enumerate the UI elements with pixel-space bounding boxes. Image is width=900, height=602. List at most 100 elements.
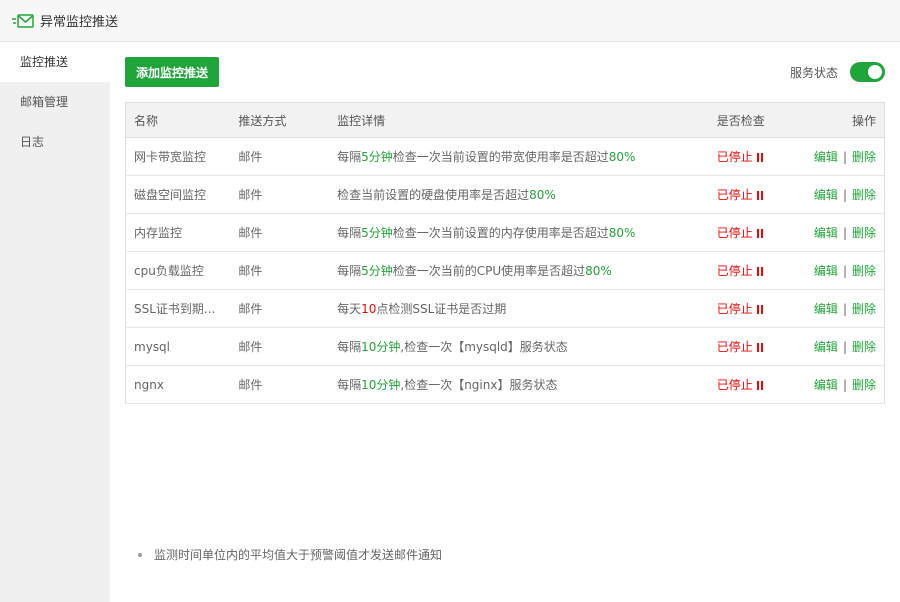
toggle-knob <box>868 65 882 79</box>
detail-segment: 每天 <box>337 302 362 316</box>
sidebar-item-monitor-push[interactable]: 监控推送 <box>0 42 110 82</box>
status-stopped-toggle[interactable]: 已停止 <box>717 340 753 354</box>
cell-check: 已停止 <box>708 251 789 290</box>
detail-segment: 5分钟 <box>361 264 393 278</box>
table-row: 磁盘空间监控 邮件 检查当前设置的硬盘使用率是否超过80% 已停止 编辑 | 删除 <box>125 175 885 214</box>
cell-name: 内存监控 <box>125 213 231 252</box>
cell-name: mysql <box>125 327 231 366</box>
status-stopped-toggle[interactable]: 已停止 <box>717 188 753 202</box>
detail-segment: 80% <box>529 188 556 202</box>
service-status-toggle[interactable] <box>850 62 885 82</box>
cell-name: ngnx <box>125 365 231 404</box>
detail-segment: 10分钟 <box>361 340 401 354</box>
cell-detail: 每隔5分钟检查一次当前设置的带宽使用率是否超过80% <box>329 137 709 176</box>
cell-actions: 编辑 | 删除 <box>788 365 885 404</box>
cell-detail: 每隔5分钟检查一次当前设置的内存使用率是否超过80% <box>329 213 709 252</box>
edit-link[interactable]: 编辑 <box>814 264 838 278</box>
delete-link[interactable]: 删除 <box>852 302 876 316</box>
cell-name: cpu负载监控 <box>125 251 231 290</box>
cell-method: 邮件 <box>230 289 330 328</box>
status-stopped-toggle[interactable]: 已停止 <box>717 378 753 392</box>
title-bar: 异常监控推送 <box>0 0 900 42</box>
status-stopped-toggle[interactable]: 已停止 <box>717 226 753 240</box>
table-row: mysql 邮件 每隔10分钟,检查一次【mysqld】服务状态 已停止 编辑 | 删除 <box>125 327 885 366</box>
edit-link[interactable]: 编辑 <box>814 340 838 354</box>
detail-segment: 10分钟 <box>361 378 401 392</box>
status-stopped-toggle[interactable]: 已停止 <box>717 264 753 278</box>
cell-method: 邮件 <box>230 137 330 176</box>
main-panel: 添加监控推送 服务状态 名称 推送方式 监控详情 是否检查 操作 网卡带宽监控邮… <box>110 42 900 602</box>
footer-note: 监测时间单位内的平均值大于预警阈值才发送邮件通知 <box>138 546 442 563</box>
column-header-name: 名称 <box>125 102 231 138</box>
pause-icon[interactable] <box>756 265 765 279</box>
delete-link[interactable]: 删除 <box>852 378 876 392</box>
edit-link[interactable]: 编辑 <box>814 188 838 202</box>
pause-icon[interactable] <box>756 227 765 241</box>
detail-segment: 80% <box>608 226 636 240</box>
detail-segment: 每隔 <box>337 264 362 278</box>
pause-icon[interactable] <box>756 151 765 165</box>
cell-check: 已停止 <box>708 137 789 176</box>
sidebar-item-log[interactable]: 日志 <box>0 122 110 162</box>
table-row: cpu负载监控 邮件 每隔5分钟检查一次当前的CPU使用率是否超过80% 已停止 编辑 |… <box>125 251 885 290</box>
detail-segment: 10 <box>361 302 377 316</box>
status-stopped-toggle[interactable]: 已停止 <box>717 302 753 316</box>
detail-segment: 检查一次当前的CPU使用率是否超过 <box>392 264 586 278</box>
cell-check: 已停止 <box>708 365 789 404</box>
cell-method: 邮件 <box>230 327 330 366</box>
cell-method: 邮件 <box>230 251 330 290</box>
table-header-row: 名称 推送方式 监控详情 是否检查 操作 <box>125 102 885 138</box>
delete-link[interactable]: 删除 <box>852 340 876 354</box>
delete-link[interactable]: 删除 <box>852 150 876 164</box>
footer-note-text: 监测时间单位内的平均值大于预警阈值才发送邮件通知 <box>154 548 443 562</box>
pause-icon[interactable] <box>756 189 765 203</box>
cell-actions: 编辑 | 删除 <box>788 289 885 328</box>
action-separator: | <box>842 226 847 240</box>
edit-link[interactable]: 编辑 <box>814 226 838 240</box>
cell-actions: 编辑 | 删除 <box>788 137 885 176</box>
status-stopped-toggle[interactable]: 已停止 <box>717 150 753 164</box>
cell-method: 邮件 <box>230 365 330 404</box>
detail-segment: 5分钟 <box>361 150 393 164</box>
cell-check: 已停止 <box>708 213 789 252</box>
service-status: 服务状态 <box>790 62 885 82</box>
table-body: 网卡带宽监控 邮件 每隔5分钟检查一次当前设置的带宽使用率是否超过80% 已停止 编辑 |… <box>125 137 885 404</box>
service-status-label: 服务状态 <box>789 65 838 80</box>
pause-icon[interactable] <box>756 303 765 317</box>
edit-link[interactable]: 编辑 <box>814 150 838 164</box>
detail-segment: 检查一次当前设置的内存使用率是否超过 <box>392 226 609 240</box>
detail-segment: ,检查一次【mysqld】服务状态 <box>400 340 568 354</box>
detail-segment: 检查当前设置的硬盘使用率是否超过 <box>337 188 530 202</box>
column-header-actions: 操作 <box>788 102 885 138</box>
cell-method: 邮件 <box>230 175 330 214</box>
table-row: SSL证书到期... 邮件 每天10点检测SSL证书是否过期 已停止 编辑 | 删除 <box>125 289 885 328</box>
cell-check: 已停止 <box>708 327 789 366</box>
add-monitor-push-button[interactable]: 添加监控推送 <box>125 57 220 87</box>
column-header-check: 是否检查 <box>708 102 789 138</box>
detail-segment: 点检测SSL证书是否过期 <box>376 302 507 316</box>
cell-detail: 检查当前设置的硬盘使用率是否超过80% <box>329 175 709 214</box>
detail-segment: 检查一次当前设置的带宽使用率是否超过 <box>392 150 609 164</box>
edit-link[interactable]: 编辑 <box>814 378 838 392</box>
detail-segment: 80% <box>608 150 636 164</box>
cell-detail: 每天10点检测SSL证书是否过期 <box>329 289 709 328</box>
detail-segment: 5分钟 <box>361 226 393 240</box>
detail-segment: 每隔 <box>337 150 362 164</box>
cell-check: 已停止 <box>708 175 789 214</box>
delete-link[interactable]: 删除 <box>852 188 876 202</box>
action-separator: | <box>842 264 847 278</box>
pause-icon[interactable] <box>756 341 765 355</box>
delete-link[interactable]: 删除 <box>852 264 876 278</box>
sidebar-item-mailbox-manage[interactable]: 邮箱管理 <box>0 82 110 122</box>
column-header-detail: 监控详情 <box>329 102 709 138</box>
pause-icon[interactable] <box>756 379 765 393</box>
cell-name: SSL证书到期... <box>125 289 231 328</box>
edit-link[interactable]: 编辑 <box>814 302 838 316</box>
cell-actions: 编辑 | 删除 <box>788 213 885 252</box>
cell-method: 邮件 <box>230 213 330 252</box>
action-separator: | <box>842 302 847 316</box>
envelope-send-icon <box>12 13 34 29</box>
detail-segment: 每隔 <box>337 378 362 392</box>
cell-detail: 每隔10分钟,检查一次【nginx】服务状态 <box>329 365 709 404</box>
delete-link[interactable]: 删除 <box>852 226 876 240</box>
